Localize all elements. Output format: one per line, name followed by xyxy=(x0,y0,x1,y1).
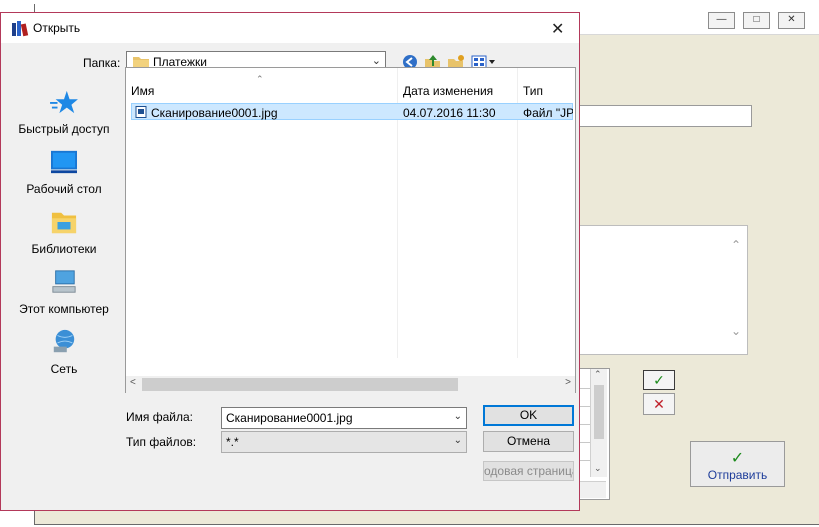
filetype-value: *.* xyxy=(226,435,239,449)
scroll-thumb[interactable] xyxy=(142,378,458,391)
send-button[interactable]: ✓ Отправить xyxy=(690,441,785,487)
chevron-down-icon: ⌄ xyxy=(371,55,381,67)
open-button[interactable]: OK xyxy=(483,405,574,426)
checkmark-icon: ✓ xyxy=(730,450,745,467)
network-icon xyxy=(53,329,75,353)
grid-vertical-scrollbar[interactable]: ⌃ ⌄ xyxy=(590,369,607,477)
send-button-label: Отправить xyxy=(707,468,768,482)
star-icon xyxy=(50,90,78,114)
textarea-scrollbar[interactable]: ⌃ ⌄ xyxy=(728,226,746,352)
filename-label: Имя файла: xyxy=(126,410,193,424)
filetype-label: Тип файлов: xyxy=(126,435,197,449)
cross-icon: ✕ xyxy=(653,396,665,412)
confirm-check-button[interactable]: ✓ xyxy=(643,370,675,390)
chevron-left-icon[interactable]: < xyxy=(130,377,136,388)
desktop-icon xyxy=(51,150,77,174)
checkmark-icon: ✓ xyxy=(653,372,665,388)
chevron-down-icon[interactable]: ⌄ xyxy=(731,324,741,338)
dialog-title: Открыть xyxy=(33,21,81,35)
cancel-button[interactable]: Отмена xyxy=(483,431,574,452)
place-libraries[interactable]: Библиотеки xyxy=(4,209,124,256)
libraries-icon xyxy=(51,212,77,234)
filetype-dropdown[interactable]: *.* ⌄ xyxy=(221,431,467,453)
chevron-down-icon[interactable]: ⌄ xyxy=(594,463,602,474)
place-label: Сеть xyxy=(50,362,78,376)
cancel-x-button[interactable]: ✕ xyxy=(643,393,675,415)
place-label: Быстрый доступ xyxy=(18,122,110,136)
app-books-icon xyxy=(12,21,29,37)
chevron-up-icon[interactable]: ⌃ xyxy=(594,369,602,380)
chevron-up-icon[interactable]: ⌃ xyxy=(731,238,741,252)
place-desktop[interactable]: Рабочий стол xyxy=(4,149,124,196)
maximize-icon[interactable]: □ xyxy=(743,12,770,29)
chevron-right-icon[interactable]: > xyxy=(565,377,571,388)
filename-value: Сканирование0001.jpg xyxy=(226,411,353,425)
place-network[interactable]: Сеть xyxy=(4,329,124,376)
sort-chevron-icon: ⌃ xyxy=(256,74,264,84)
chevron-down-icon[interactable]: ⌄ xyxy=(454,435,462,446)
place-this-pc[interactable]: Этот компьютер xyxy=(4,269,124,316)
minimize-icon[interactable]: — xyxy=(708,12,735,29)
scroll-thumb[interactable] xyxy=(594,385,604,439)
computer-icon xyxy=(52,270,76,293)
close-icon[interactable]: ✕ xyxy=(778,12,805,29)
chevron-down-icon[interactable]: ⌄ xyxy=(454,411,462,422)
file-type: Файл "JPG" xyxy=(523,106,573,120)
filename-field[interactable]: Сканирование0001.jpg ⌄ xyxy=(221,407,467,429)
web-page-button[interactable]: одовая страница xyxy=(483,461,574,481)
close-icon[interactable]: ✕ xyxy=(551,19,564,39)
folder-label: Папка: xyxy=(83,56,121,70)
image-file-icon xyxy=(135,106,147,118)
place-label: Этот компьютер xyxy=(19,302,109,316)
column-header-name[interactable]: Имя xyxy=(131,84,154,98)
column-header-type[interactable]: Тип xyxy=(523,84,543,98)
column-header-date[interactable]: Дата изменения xyxy=(403,84,493,98)
dialog-titlebar: Открыть ✕ xyxy=(1,13,579,43)
place-label: Рабочий стол xyxy=(26,182,102,196)
place-label: Библиотеки xyxy=(31,242,97,256)
place-quick-access[interactable]: Быстрый доступ xyxy=(4,89,124,136)
file-name: Сканирование0001.jpg xyxy=(151,106,278,120)
file-date: 04.07.2016 11:30 xyxy=(403,106,496,120)
